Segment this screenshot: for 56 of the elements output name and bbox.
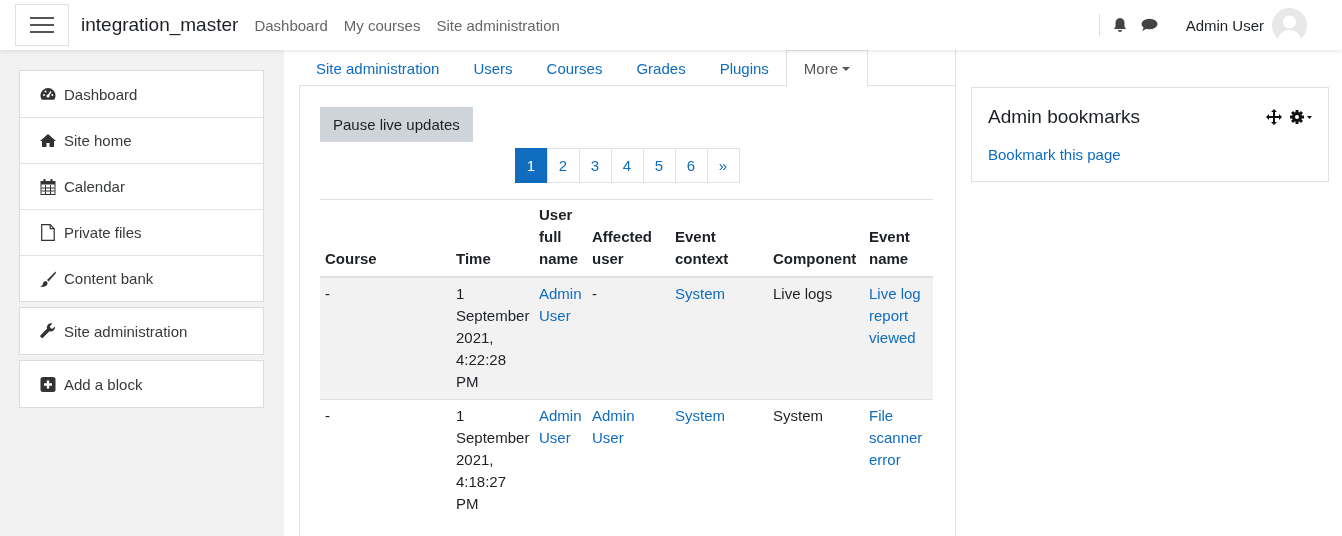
table-link[interactable]: System — [675, 405, 763, 427]
table-cell: - — [320, 399, 451, 521]
tab[interactable]: Site administration — [299, 50, 457, 86]
gauge-icon — [40, 87, 56, 101]
sidebar-item[interactable]: Private files — [20, 209, 263, 255]
page-link[interactable]: » — [706, 148, 740, 183]
chat-icon[interactable] — [1140, 18, 1158, 32]
table-cell: 1 September 2021, 4:18:27 PM — [451, 399, 534, 521]
table-link[interactable]: Admin User — [539, 283, 582, 327]
sidebar-item[interactable]: Site administration — [20, 308, 263, 354]
settings-icon[interactable] — [1290, 110, 1312, 124]
menu-button[interactable] — [15, 4, 69, 46]
table-link[interactable]: File scanner error — [869, 405, 928, 471]
table-cell: Live logs — [768, 277, 864, 400]
nav-link[interactable]: Site administration — [436, 16, 560, 34]
bell-icon[interactable] — [1112, 17, 1127, 33]
sidebar-item[interactable]: Site home — [20, 117, 263, 163]
page-link[interactable]: 5 — [642, 148, 676, 183]
sidebar-item[interactable]: Content bank — [20, 255, 263, 301]
table-link[interactable]: Admin User — [592, 405, 665, 449]
sidebar-item[interactable]: Dashboard — [20, 71, 263, 117]
pause-button[interactable]: Pause live updates — [320, 107, 473, 142]
sidebar-item[interactable]: Add a block — [20, 361, 263, 407]
table-cell: System — [768, 399, 864, 521]
house-icon — [40, 134, 56, 147]
file-icon — [40, 224, 56, 241]
move-icon[interactable] — [1266, 109, 1282, 125]
calendar-icon — [40, 178, 56, 195]
page-link[interactable]: 2 — [546, 148, 580, 183]
table-link[interactable]: Live log report viewed — [869, 283, 928, 349]
wrench-icon — [40, 323, 56, 339]
nav-link[interactable]: My courses — [343, 16, 421, 34]
site-name[interactable]: integration_master — [81, 14, 239, 36]
menu-icon — [30, 16, 54, 34]
tab[interactable]: Courses — [529, 50, 620, 86]
page-link[interactable]: 3 — [578, 148, 612, 183]
brush-icon — [40, 270, 56, 287]
block-title: Admin bookmarks — [988, 106, 1142, 128]
table-cell: - — [320, 277, 451, 400]
tab[interactable]: Users — [456, 50, 530, 86]
sidebar-item[interactable]: Calendar — [20, 163, 263, 209]
bookmark-link[interactable]: Bookmark this page — [988, 146, 1312, 163]
user-name[interactable]: Admin User — [1185, 16, 1264, 34]
nav-link[interactable]: Dashboard — [254, 16, 328, 34]
caret-icon — [842, 66, 851, 71]
page-link[interactable]: 1 — [514, 148, 548, 183]
table-cell: 1 September 2021, 4:22:28 PM — [451, 277, 534, 400]
table-link[interactable]: System — [675, 283, 763, 305]
table-link[interactable]: Admin User — [539, 405, 582, 449]
tab[interactable]: Plugins — [702, 50, 786, 86]
page-link[interactable]: 6 — [674, 148, 708, 183]
tab[interactable]: Grades — [619, 50, 703, 86]
table-cell: - — [587, 277, 670, 400]
add-icon — [40, 376, 56, 392]
tab[interactable]: More — [785, 50, 869, 87]
page-link[interactable]: 4 — [610, 148, 644, 183]
